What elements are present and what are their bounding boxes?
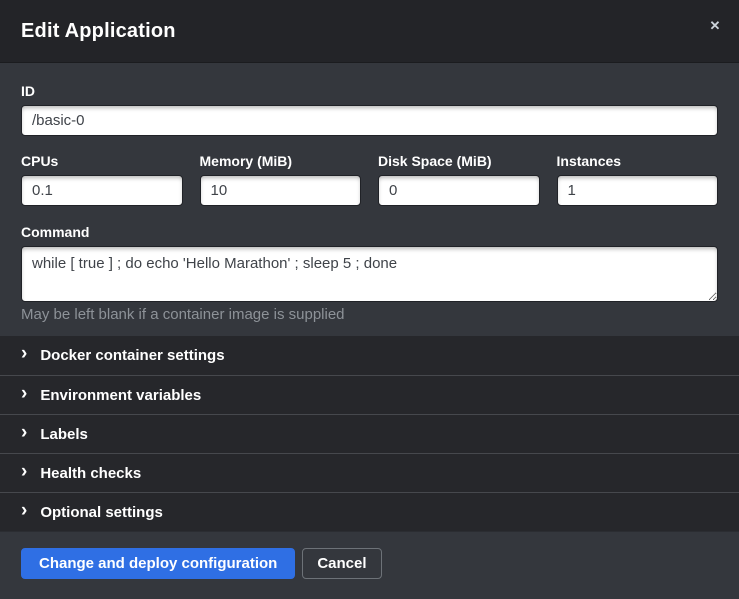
section-environment-variables[interactable]: › Environment variables [0, 375, 739, 414]
section-label: Environment variables [40, 387, 201, 404]
command-field-group: Command while [ true ] ; do echo 'Hello … [21, 224, 718, 323]
section-label: Labels [40, 426, 88, 443]
section-labels[interactable]: › Labels [0, 414, 739, 453]
command-help-text: May be left blank if a container image i… [21, 306, 718, 323]
section-label: Docker container settings [40, 347, 224, 364]
modal-footer: Change and deploy configuration Cancel [0, 531, 739, 599]
id-field-group: ID [21, 83, 718, 136]
command-label: Command [21, 224, 718, 240]
section-label: Health checks [40, 465, 141, 482]
accordion-sections: › Docker container settings › Environmen… [0, 336, 739, 531]
cpus-label: CPUs [21, 153, 183, 169]
chevron-right-icon: › [21, 423, 27, 442]
modal-body: ID CPUs Memory (MiB) Disk Space (MiB) In… [0, 63, 739, 336]
memory-input[interactable] [200, 175, 362, 206]
disk-label: Disk Space (MiB) [378, 153, 540, 169]
modal-header: Edit Application ✕ [0, 0, 739, 63]
change-and-deploy-button[interactable]: Change and deploy configuration [21, 548, 295, 579]
command-textarea[interactable]: while [ true ] ; do echo 'Hello Marathon… [21, 246, 718, 302]
id-label: ID [21, 83, 718, 99]
instances-input[interactable] [557, 175, 719, 206]
section-docker-container-settings[interactable]: › Docker container settings [0, 336, 739, 375]
memory-field-group: Memory (MiB) [200, 153, 362, 206]
section-optional-settings[interactable]: › Optional settings [0, 492, 739, 531]
chevron-right-icon: › [21, 501, 27, 520]
section-label: Optional settings [40, 504, 163, 521]
chevron-right-icon: › [21, 462, 27, 481]
resources-row: CPUs Memory (MiB) Disk Space (MiB) Insta… [21, 153, 718, 206]
chevron-right-icon: › [21, 384, 27, 403]
cpus-input[interactable] [21, 175, 183, 206]
id-input[interactable] [21, 105, 718, 136]
modal-title: Edit Application [21, 20, 176, 43]
cancel-button[interactable]: Cancel [302, 548, 381, 579]
cpus-field-group: CPUs [21, 153, 183, 206]
chevron-right-icon: › [21, 344, 27, 363]
memory-label: Memory (MiB) [200, 153, 362, 169]
disk-input[interactable] [378, 175, 540, 206]
instances-label: Instances [557, 153, 719, 169]
edit-application-modal: Edit Application ✕ ID CPUs Memory (MiB) … [0, 0, 739, 599]
disk-field-group: Disk Space (MiB) [378, 153, 540, 206]
section-health-checks[interactable]: › Health checks [0, 453, 739, 492]
instances-field-group: Instances [557, 153, 719, 206]
close-icon[interactable]: ✕ [704, 15, 726, 37]
